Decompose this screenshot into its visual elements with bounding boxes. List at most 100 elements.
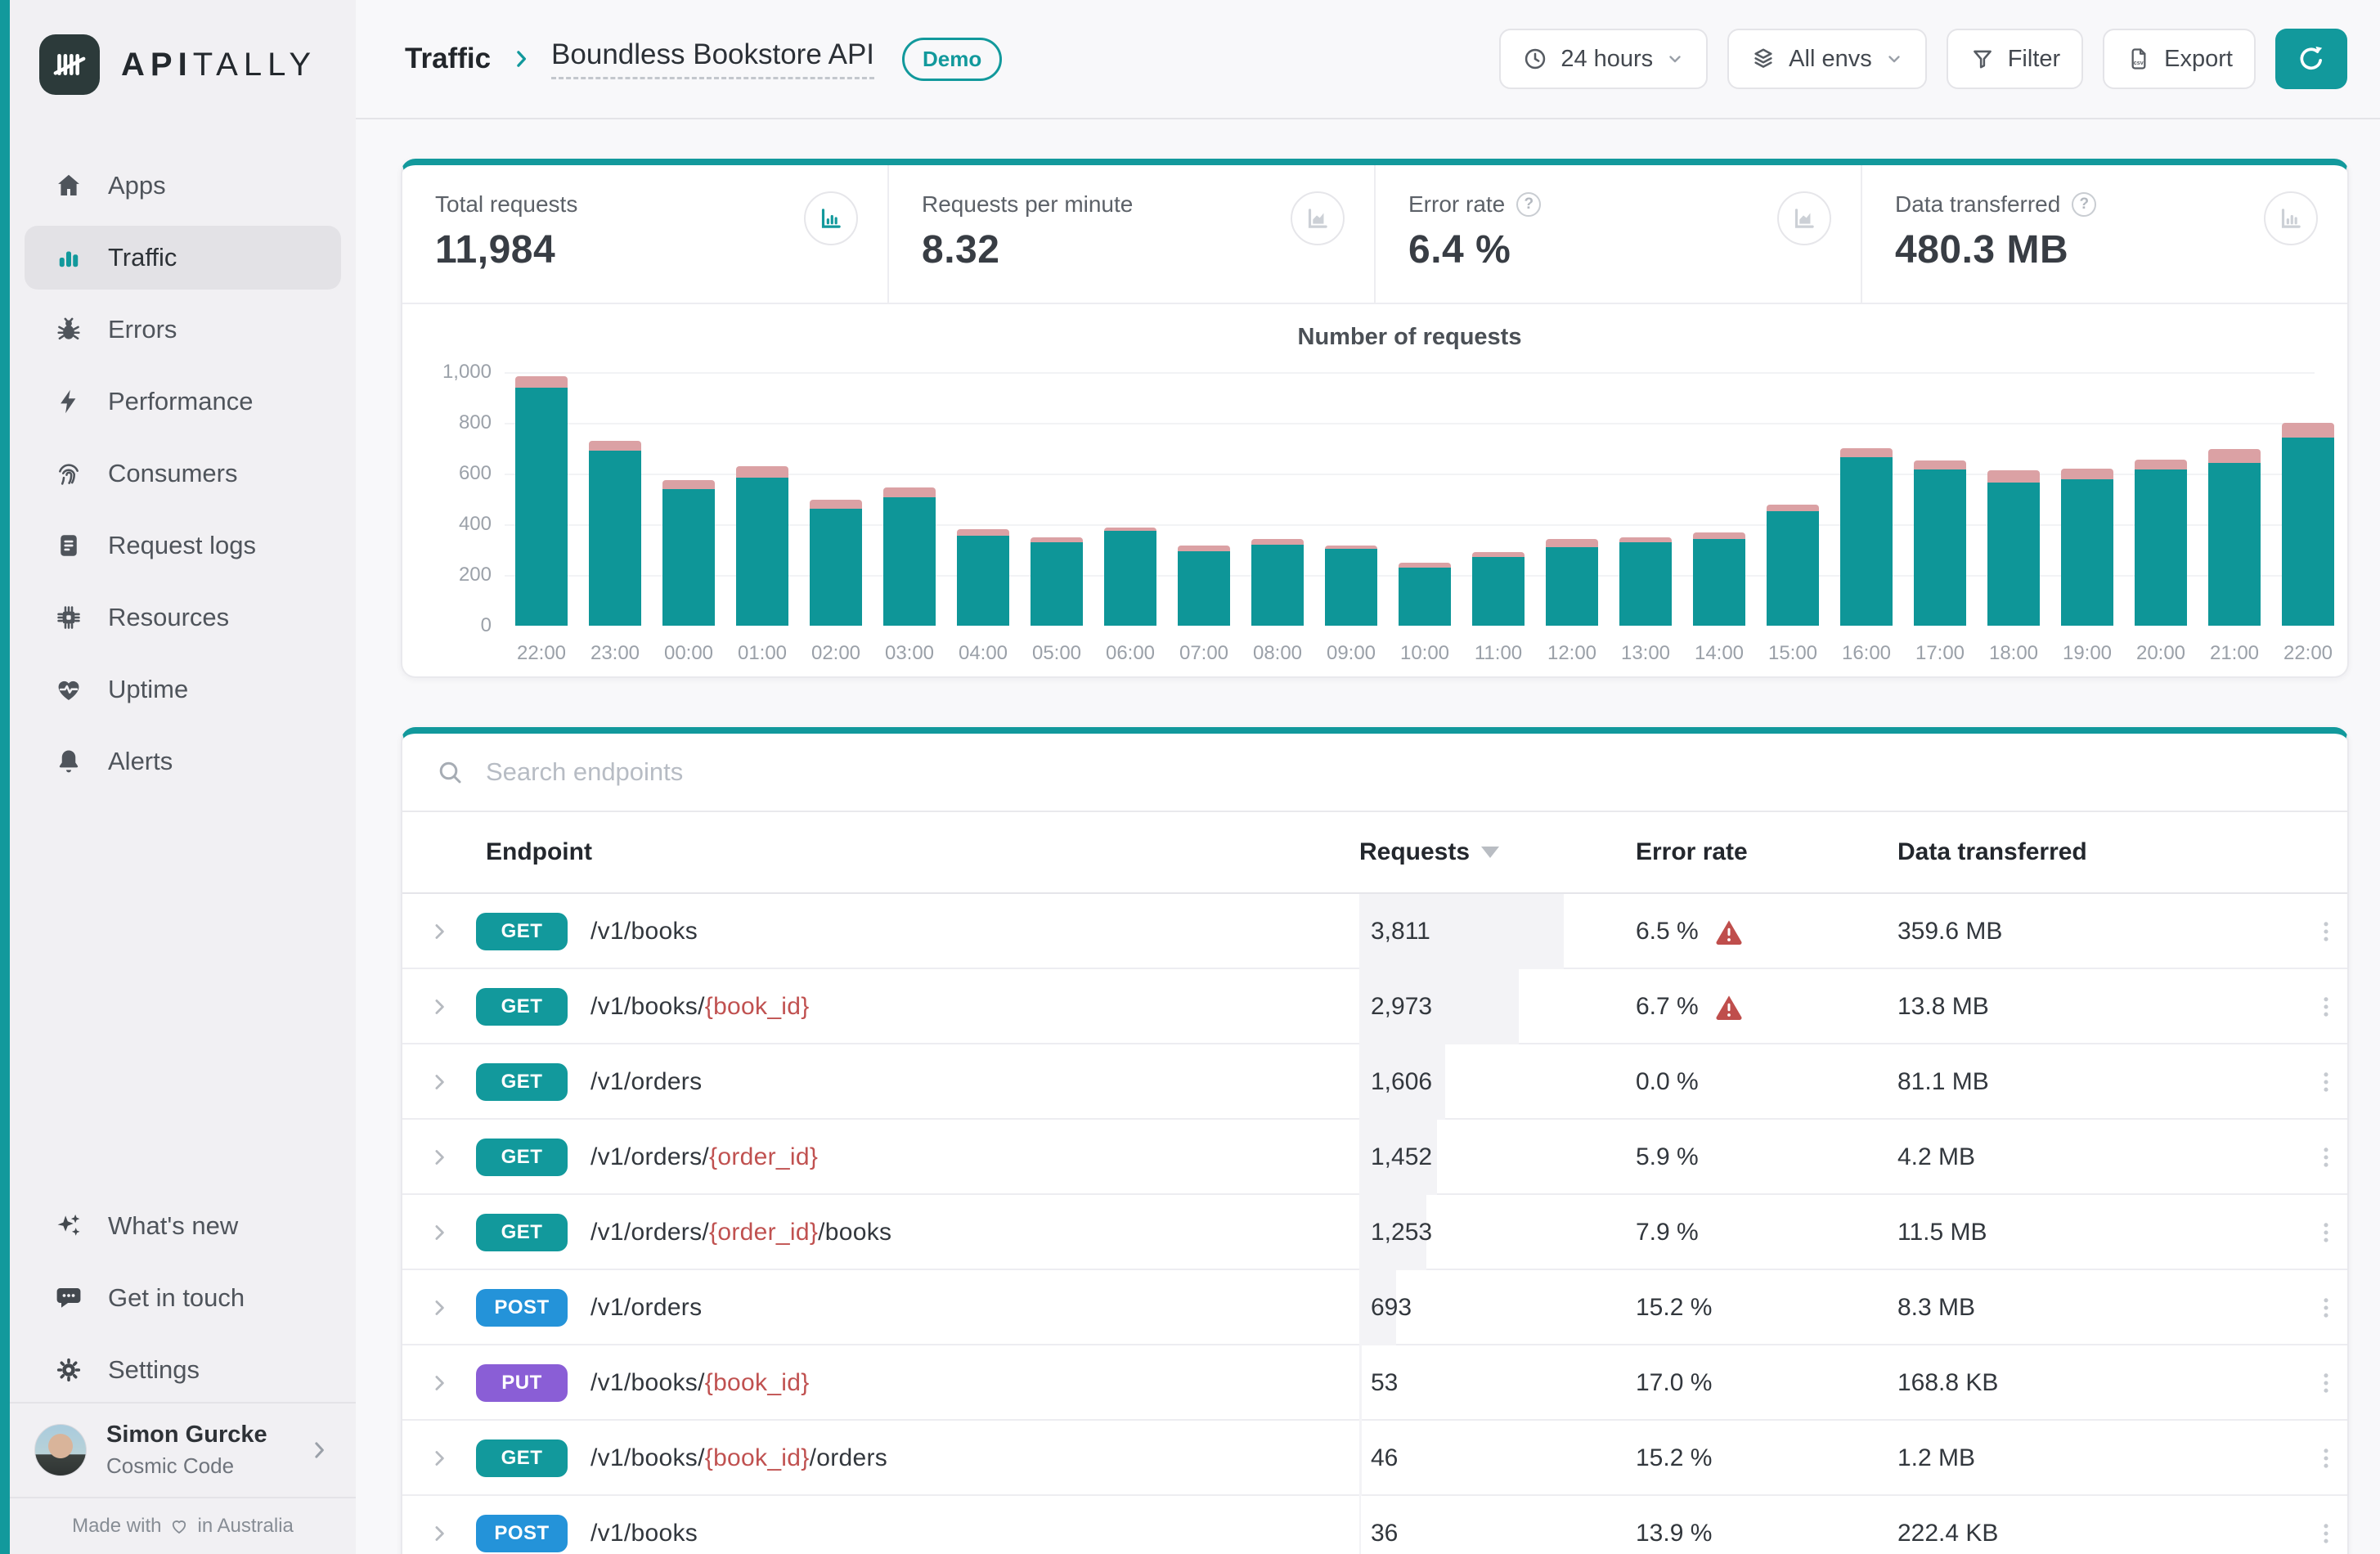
user-menu[interactable]: Simon Gurcke Cosmic Code [10,1402,356,1497]
sidebar-item-performance[interactable]: Performance [25,370,341,433]
warning-icon [1713,916,1745,947]
chart-bar[interactable] [799,372,873,626]
endpoint-path: /v1/books/{book_id} [591,993,1359,1021]
chart-bar[interactable] [1830,372,1903,626]
chart-bar[interactable] [1167,372,1241,626]
app-name[interactable]: Boundless Bookstore API [551,38,874,79]
endpoint-row[interactable]: GET /v1/books/{book_id}/orders 46 15.2 %… [402,1421,2347,1496]
endpoint-row[interactable]: POST /v1/orders 693 15.2 % 8.3 MB [402,1270,2347,1345]
chart-bar[interactable] [873,372,946,626]
sidebar-item-whats-new[interactable]: What's new [25,1194,341,1258]
plot-area [505,372,2315,626]
table-header: Endpoint Requests Error rate Data transf… [402,812,2347,894]
help-icon[interactable]: ? [2072,192,2096,217]
stat-requests-per-minute[interactable]: Requests per minute 8.32 [887,165,1374,303]
chart-bar[interactable] [2198,372,2271,626]
chart-bar[interactable] [2124,372,2198,626]
stat-data-transferred[interactable]: Data transferred? 480.3 MB [1861,165,2347,303]
chart-bar[interactable] [578,372,652,626]
filter-button[interactable]: Filter [1947,29,2083,89]
sidebar-item-settings[interactable]: Settings [25,1338,341,1402]
chart-bar[interactable] [2050,372,2124,626]
sidebar-item-apps[interactable]: Apps [25,154,341,218]
sort-desc-icon [1481,847,1499,858]
column-error-rate[interactable]: Error rate [1636,838,1897,866]
column-endpoint[interactable]: Endpoint [476,838,591,866]
chart-bar[interactable] [652,372,725,626]
sidebar-item-request-logs[interactable]: Request logs [25,514,341,577]
endpoint-row[interactable]: GET /v1/orders 1,606 0.0 % 81.1 MB [402,1044,2347,1120]
expand-row-icon[interactable] [427,1070,451,1094]
endpoint-row[interactable]: POST /v1/books 36 13.9 % 222.4 KB [402,1496,2347,1554]
chart-bar[interactable] [1903,372,1977,626]
chart-bar[interactable] [1314,372,1388,626]
chart-bar[interactable] [725,372,799,626]
x-tick-label: 09:00 [1314,642,1388,665]
chart-bar[interactable] [1977,372,2050,626]
chart-bar[interactable] [1535,372,1609,626]
chart-bar[interactable] [2271,372,2345,626]
csv-file-icon: csv [2126,46,2152,72]
sidebar-item-get-in-touch[interactable]: Get in touch [25,1266,341,1330]
kebab-menu-icon[interactable] [2312,1444,2340,1472]
expand-row-icon[interactable] [427,1296,451,1320]
stat-total-requests[interactable]: Total requests 11,984 [402,165,887,303]
chart-bar[interactable] [1388,372,1462,626]
sidebar-item-resources[interactable]: Resources [25,586,341,649]
breadcrumb-root[interactable]: Traffic [405,43,491,75]
column-requests[interactable]: Requests [1359,838,1636,866]
kebab-menu-icon[interactable] [2312,1219,2340,1246]
chart-bar[interactable] [1462,372,1535,626]
expand-row-icon[interactable] [427,919,451,944]
chart-bar[interactable] [1682,372,1756,626]
expand-row-icon[interactable] [427,995,451,1019]
data-transferred-value: 168.8 KB [1897,1369,2301,1397]
sidebar-item-consumers[interactable]: Consumers [25,442,341,505]
sidebar-item-traffic[interactable]: Traffic [25,226,341,290]
kebab-menu-icon[interactable] [2312,918,2340,945]
sidebar-item-errors[interactable]: Errors [25,298,341,362]
chart-bar[interactable] [1241,372,1314,626]
sidebar-item-uptime[interactable]: Uptime [25,658,341,721]
help-icon[interactable]: ? [1516,192,1541,217]
endpoint-row[interactable]: PUT /v1/books/{book_id} 53 17.0 % 168.8 … [402,1345,2347,1421]
brand-logo[interactable]: APITALLY [10,0,356,95]
error-rate-value: 15.2 % [1636,1444,1712,1472]
method-badge: GET [476,988,568,1026]
environment-dropdown[interactable]: All envs [1727,29,1927,89]
endpoint-row[interactable]: GET /v1/books/{book_id} 2,973 6.7 % 13.8… [402,969,2347,1044]
column-data-transferred[interactable]: Data transferred [1897,838,2301,866]
bell-icon [54,747,83,776]
stat-value: 480.3 MB [1895,227,2315,272]
expand-row-icon[interactable] [427,1521,451,1546]
chart-bar[interactable] [505,372,578,626]
kebab-menu-icon[interactable] [2312,1369,2340,1397]
export-button[interactable]: csv Export [2103,29,2256,89]
chart-bar[interactable] [1756,372,1830,626]
kebab-menu-icon[interactable] [2312,993,2340,1021]
method-badge: PUT [476,1364,568,1402]
chart-bar[interactable] [1093,372,1167,626]
chart-bar[interactable] [1020,372,1093,626]
kebab-menu-icon[interactable] [2312,1068,2340,1096]
endpoint-row[interactable]: GET /v1/orders/{order_id} 1,452 5.9 % 4.… [402,1120,2347,1195]
expand-row-icon[interactable] [427,1145,451,1170]
stat-error-rate[interactable]: Error rate? 6.4 % [1374,165,1861,303]
kebab-menu-icon[interactable] [2312,1520,2340,1547]
x-tick-label: 14:00 [1682,642,1756,665]
expand-row-icon[interactable] [427,1446,451,1471]
kebab-menu-icon[interactable] [2312,1294,2340,1322]
sidebar-item-alerts[interactable]: Alerts [25,730,341,793]
chart-bar[interactable] [946,372,1020,626]
brand-wordmark: APITALLY [121,47,317,83]
search-input[interactable] [486,757,2315,787]
kebab-menu-icon[interactable] [2312,1143,2340,1171]
chart-bar[interactable] [1609,372,1682,626]
refresh-button[interactable] [2275,29,2347,89]
endpoint-path: /v1/books/{book_id}/orders [591,1444,1359,1472]
expand-row-icon[interactable] [427,1371,451,1395]
endpoint-row[interactable]: GET /v1/books 3,811 6.5 % 359.6 MB [402,894,2347,969]
endpoint-row[interactable]: GET /v1/orders/{order_id}/books 1,253 7.… [402,1195,2347,1270]
expand-row-icon[interactable] [427,1220,451,1245]
time-range-dropdown[interactable]: 24 hours [1499,29,1708,89]
